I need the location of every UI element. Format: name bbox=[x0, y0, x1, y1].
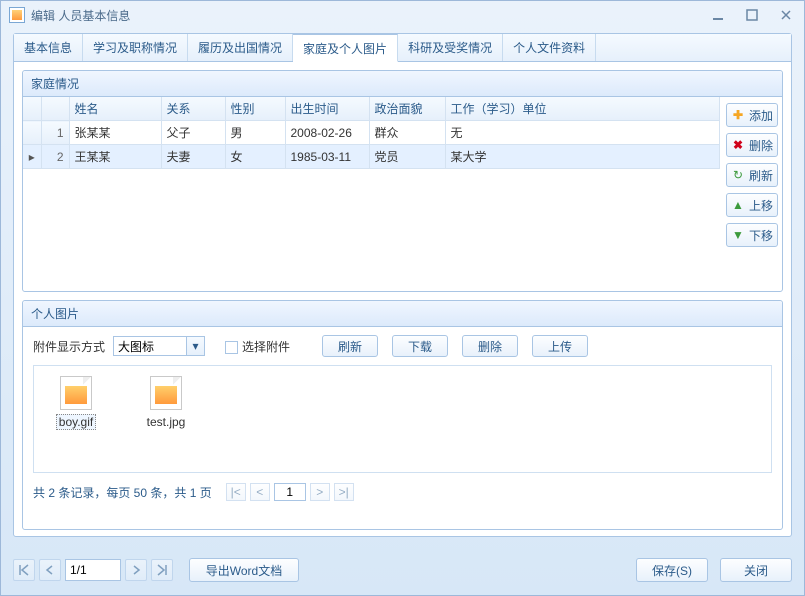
cell-name[interactable]: 王某某 bbox=[69, 145, 161, 169]
delete-button[interactable]: ✖删除 bbox=[726, 133, 778, 157]
app-icon bbox=[9, 7, 25, 23]
display-mode-label: 附件显示方式 bbox=[33, 338, 105, 355]
close-button[interactable] bbox=[776, 7, 796, 23]
tab-files[interactable]: 个人文件资料 bbox=[503, 34, 596, 61]
row-indicator: ▸ bbox=[23, 145, 41, 169]
move-up-button[interactable]: ▲上移 bbox=[726, 193, 778, 217]
img-download-button[interactable]: 下载 bbox=[392, 335, 448, 357]
cell-gender[interactable]: 男 bbox=[225, 121, 285, 145]
display-mode-input[interactable] bbox=[113, 336, 187, 356]
col-relation[interactable]: 关系 bbox=[161, 97, 225, 121]
pager-summary: 共 2 条记录，每页 50 条，共 1 页 bbox=[33, 484, 212, 501]
img-refresh-button[interactable]: 刷新 bbox=[322, 335, 378, 357]
family-title: 家庭情况 bbox=[23, 71, 782, 97]
cell-name[interactable]: 张某某 bbox=[69, 121, 161, 145]
x-icon: ✖ bbox=[731, 138, 745, 152]
col-rownum bbox=[41, 97, 69, 121]
file-icon bbox=[150, 376, 182, 410]
col-birth[interactable]: 出生时间 bbox=[285, 97, 369, 121]
file-name: test.jpg bbox=[144, 414, 189, 430]
pager-first[interactable]: |< bbox=[226, 483, 246, 501]
select-attachment-wrapper[interactable]: 选择附件 bbox=[225, 338, 290, 355]
images-title: 个人图片 bbox=[23, 301, 782, 327]
nav-last[interactable] bbox=[151, 559, 173, 581]
tab-resume[interactable]: 履历及出国情况 bbox=[188, 34, 293, 61]
nav-next[interactable] bbox=[125, 559, 147, 581]
thumbnail-item[interactable]: test.jpg bbox=[134, 376, 198, 462]
col-name[interactable]: 姓名 bbox=[69, 97, 161, 121]
cell-relation[interactable]: 夫妻 bbox=[161, 145, 225, 169]
family-grid[interactable]: 姓名 关系 性别 出生时间 政治面貌 工作（学习）单位 1张某某父子男2008-… bbox=[23, 97, 720, 293]
window-title: 编辑 人员基本信息 bbox=[31, 7, 130, 24]
cell-political[interactable]: 党员 bbox=[369, 145, 445, 169]
thumbnail-area[interactable]: boy.gif test.jpg bbox=[33, 365, 772, 473]
file-name: boy.gif bbox=[56, 414, 96, 430]
row-number: 1 bbox=[41, 121, 69, 145]
cell-relation[interactable]: 父子 bbox=[161, 121, 225, 145]
plus-icon: ✚ bbox=[731, 108, 745, 122]
cell-birth[interactable]: 2008-02-26 bbox=[285, 121, 369, 145]
titlebar: 编辑 人员基本信息 bbox=[1, 1, 804, 29]
content-panel: 基本信息 学习及职称情况 履历及出国情况 家庭及个人图片 科研及受奖情况 个人文… bbox=[13, 33, 792, 537]
nav-position[interactable] bbox=[65, 559, 121, 581]
pager-prev[interactable]: < bbox=[250, 483, 270, 501]
tab-basic[interactable]: 基本信息 bbox=[14, 34, 83, 61]
row-number: 2 bbox=[41, 145, 69, 169]
cell-gender[interactable]: 女 bbox=[225, 145, 285, 169]
file-icon bbox=[60, 376, 92, 410]
select-attachment-checkbox[interactable] bbox=[225, 341, 238, 354]
minimize-button[interactable] bbox=[708, 7, 728, 23]
refresh-icon: ↻ bbox=[731, 168, 745, 182]
select-attachment-label: 选择附件 bbox=[242, 340, 290, 354]
arrow-down-icon: ▼ bbox=[731, 228, 745, 242]
window: 编辑 人员基本信息 基本信息 学习及职称情况 履历及出国情况 家庭及个人图片 科… bbox=[0, 0, 805, 596]
images-pager: 共 2 条记录，每页 50 条，共 1 页 |< < > >| bbox=[33, 483, 772, 501]
tab-research[interactable]: 科研及受奖情况 bbox=[398, 34, 503, 61]
nav-first[interactable] bbox=[13, 559, 35, 581]
record-navigator bbox=[13, 559, 173, 581]
col-gender[interactable]: 性别 bbox=[225, 97, 285, 121]
chevron-down-icon[interactable]: ▾ bbox=[187, 336, 205, 356]
maximize-button[interactable] bbox=[742, 7, 762, 23]
pager-last[interactable]: >| bbox=[334, 483, 354, 501]
tab-family[interactable]: 家庭及个人图片 bbox=[293, 34, 398, 62]
pager-next[interactable]: > bbox=[310, 483, 330, 501]
tab-study[interactable]: 学习及职称情况 bbox=[83, 34, 188, 61]
row-indicator bbox=[23, 121, 41, 145]
img-delete-button[interactable]: 删除 bbox=[462, 335, 518, 357]
footer: 导出Word文档 保存(S) 关闭 bbox=[13, 555, 792, 585]
save-button[interactable]: 保存(S) bbox=[636, 558, 708, 582]
family-side-buttons: ✚添加 ✖删除 ↻刷新 ▲上移 ▼下移 bbox=[720, 97, 782, 293]
thumbnail-item[interactable]: boy.gif bbox=[44, 376, 108, 462]
cell-workplace[interactable]: 无 bbox=[445, 121, 720, 145]
img-upload-button[interactable]: 上传 bbox=[532, 335, 588, 357]
images-group: 个人图片 附件显示方式 ▾ 选择附件 刷新 下载 删除 上传 bbox=[22, 300, 783, 530]
images-toolbar: 附件显示方式 ▾ 选择附件 刷新 下载 删除 上传 bbox=[33, 335, 772, 357]
move-down-button[interactable]: ▼下移 bbox=[726, 223, 778, 247]
table-row[interactable]: ▸2王某某夫妻女1985-03-11党员某大学 bbox=[23, 145, 720, 169]
add-button[interactable]: ✚添加 bbox=[726, 103, 778, 127]
cell-workplace[interactable]: 某大学 bbox=[445, 145, 720, 169]
tab-bar: 基本信息 学习及职称情况 履历及出国情况 家庭及个人图片 科研及受奖情况 个人文… bbox=[14, 34, 791, 62]
col-workplace[interactable]: 工作（学习）单位 bbox=[445, 97, 720, 121]
arrow-up-icon: ▲ bbox=[731, 198, 745, 212]
col-indicator bbox=[23, 97, 41, 121]
refresh-button[interactable]: ↻刷新 bbox=[726, 163, 778, 187]
pager-page-input[interactable] bbox=[274, 483, 306, 501]
table-row[interactable]: 1张某某父子男2008-02-26群众无 bbox=[23, 121, 720, 145]
display-mode-combo[interactable]: ▾ bbox=[113, 336, 205, 356]
export-word-button[interactable]: 导出Word文档 bbox=[189, 558, 299, 582]
close-dialog-button[interactable]: 关闭 bbox=[720, 558, 792, 582]
cell-political[interactable]: 群众 bbox=[369, 121, 445, 145]
tab-panel: 家庭情况 姓名 关系 性别 bbox=[14, 62, 791, 536]
col-political[interactable]: 政治面貌 bbox=[369, 97, 445, 121]
cell-birth[interactable]: 1985-03-11 bbox=[285, 145, 369, 169]
nav-prev[interactable] bbox=[39, 559, 61, 581]
family-group: 家庭情况 姓名 关系 性别 bbox=[22, 70, 783, 292]
